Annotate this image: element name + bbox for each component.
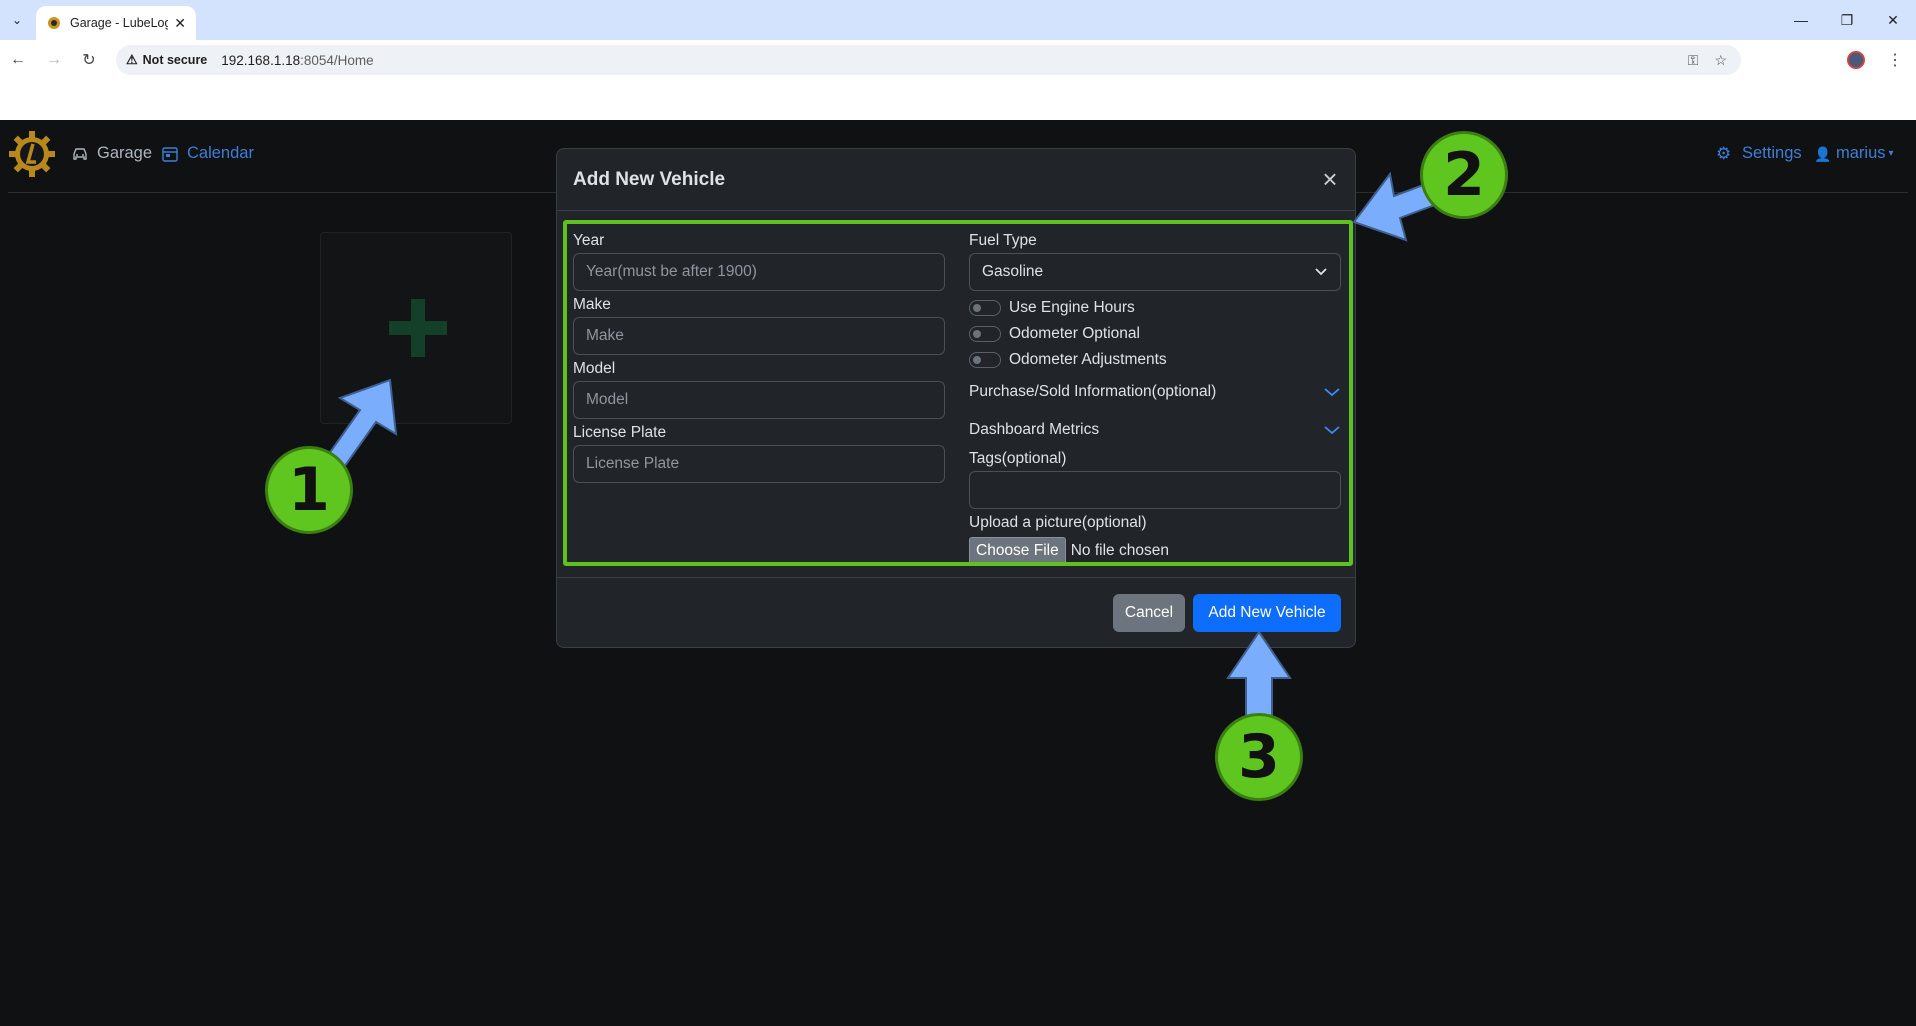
close-icon[interactable]: × [1317,166,1343,193]
nav-user-menu[interactable]: 👤 marius ▾ [1814,144,1894,163]
nav-calendar[interactable]: Calendar [161,144,254,163]
step-badge-2: 2 [1420,131,1508,219]
forward-icon[interactable]: → [42,48,66,72]
close-window-icon[interactable]: ✕ [1870,0,1916,40]
page-top-strip [0,80,1916,120]
back-icon[interactable]: ← [6,48,30,72]
minimize-icon[interactable]: — [1778,0,1824,40]
restore-icon[interactable]: ❐ [1824,0,1870,40]
warning-icon: ⚠ [126,52,138,67]
gear-icon: ⚙ [1716,143,1732,163]
browser-tab-strip: ⌄ Garage - LubeLog ✕ — ❐ ✕ [0,0,1916,40]
user-icon: 👤 [1814,145,1832,162]
car-icon [73,147,87,160]
step-badge-3: 3 [1215,713,1303,801]
step-badge-1: 1 [265,446,353,534]
password-key-icon[interactable]: ⚿ [1688,52,1699,69]
caret-down-icon: ▾ [1888,148,1894,159]
cancel-button[interactable]: Cancel [1113,594,1185,632]
menu-kebab-icon[interactable]: ⋮ [1887,50,1903,70]
arrow-3-icon [1226,630,1292,719]
url-text: 192.168.1.18:8054/Home [221,52,374,68]
modal-title: Add New Vehicle [573,168,726,190]
plus-icon [389,299,447,357]
calendar-icon [162,146,178,162]
nav-garage[interactable]: Garage [71,144,152,163]
close-tab-icon[interactable]: ✕ [174,15,186,32]
bookmark-star-icon[interactable]: ☆ [1714,52,1727,69]
modal-header: Add New Vehicle [557,149,1355,211]
reload-icon[interactable]: ↻ [77,48,101,72]
security-chip[interactable]: ⚠ Not secure [126,52,207,68]
tab-list-icon[interactable]: ⌄ [6,9,28,31]
profile-avatar[interactable] [1847,51,1865,69]
browser-toolbar: ← → ↻ ⚠ Not secure 192.168.1.18:8054/Hom… [0,40,1916,80]
address-bar[interactable]: ⚠ Not secure 192.168.1.18:8054/Home ⚿ ☆ [116,45,1741,75]
browser-tab[interactable]: Garage - LubeLog ✕ [36,6,196,40]
add-new-vehicle-button[interactable]: Add New Vehicle [1193,594,1341,632]
tab-title: Garage - LubeLog [70,16,169,30]
nav-settings[interactable]: ⚙ Settings [1716,144,1802,163]
lubelogger-logo[interactable] [8,130,56,178]
highlight-box [563,220,1353,566]
lubelogger-favicon-icon [48,17,60,29]
